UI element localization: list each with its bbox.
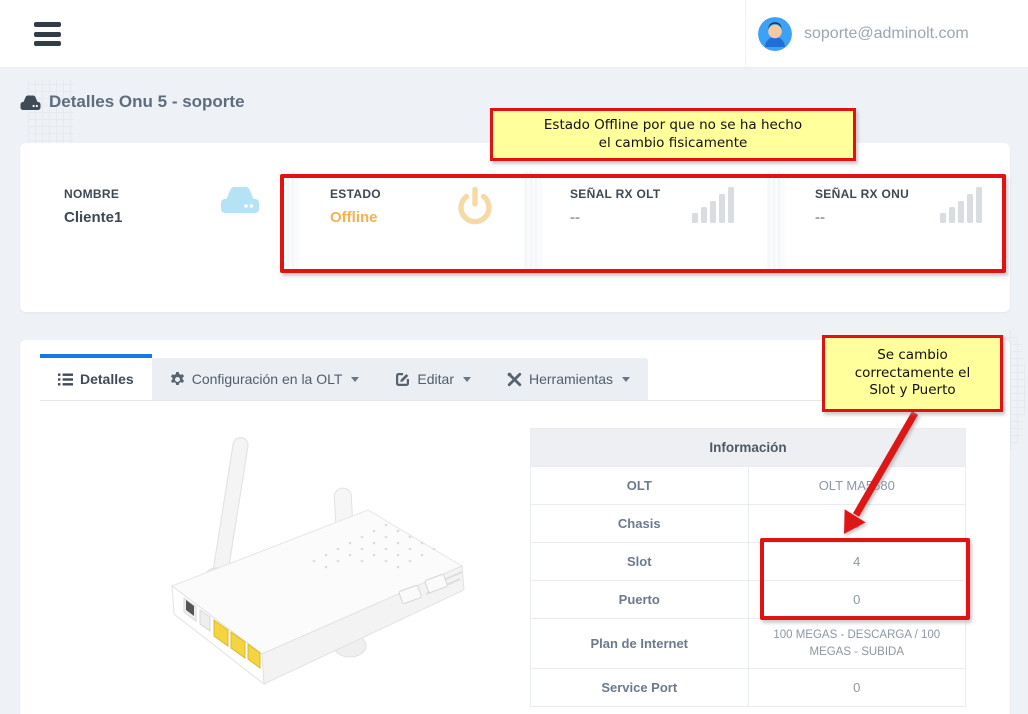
- tab-configuracion-olt[interactable]: Configuración en la OLT: [152, 358, 378, 400]
- name-value: Cliente1: [64, 209, 122, 226]
- tools-icon: [507, 372, 522, 387]
- row-label: OLT: [531, 467, 749, 505]
- annotation-rect-status: [280, 174, 1006, 273]
- user-avatar-icon: [758, 17, 792, 51]
- navbar-divider: [745, 0, 746, 67]
- list-icon: [58, 373, 73, 386]
- page-title: Detalles Onu 5 - soporte: [49, 92, 245, 112]
- app-root: soporte@adminolt.com Detalles Onu 5 - so…: [0, 0, 1028, 714]
- user-email: soporte@adminolt.com: [804, 25, 969, 43]
- menu-toggle-button[interactable]: [34, 22, 61, 46]
- gear-icon: [170, 372, 185, 387]
- chevron-down-icon: [622, 377, 630, 382]
- onu-product-image: [100, 418, 500, 714]
- chevron-down-icon: [351, 377, 359, 382]
- row-label: Puerto: [531, 581, 749, 619]
- status-name-section: NOMBRE Cliente1: [64, 143, 122, 226]
- edit-icon: [395, 372, 410, 387]
- annotation-arrow: [820, 405, 940, 550]
- chevron-down-icon: [463, 377, 471, 382]
- annotation-rect-slot-puerto: [760, 538, 970, 620]
- annotation-note-slot: Se cambio correctamente el Slot y Puerto: [822, 335, 1003, 412]
- row-value: 100 MEGAS - DESCARGA / 100 MEGAS - SUBID…: [748, 619, 966, 669]
- tab-label: Editar: [417, 371, 454, 387]
- top-navbar: soporte@adminolt.com: [0, 0, 1028, 68]
- table-row: Plan de Internet 100 MEGAS - DESCARGA / …: [531, 619, 966, 669]
- row-value: 0: [748, 669, 966, 707]
- name-label: NOMBRE: [64, 187, 122, 201]
- row-label: Slot: [531, 543, 749, 581]
- row-label: Plan de Internet: [531, 619, 749, 669]
- row-label: Service Port: [531, 669, 749, 707]
- tab-herramientas[interactable]: Herramientas: [489, 358, 648, 400]
- tab-label: Herramientas: [529, 371, 613, 387]
- table-row: Service Port 0: [531, 669, 966, 707]
- tab-detalles[interactable]: Detalles: [40, 354, 152, 400]
- breadcrumb: Detalles Onu 5 - soporte: [20, 92, 245, 112]
- hamburger-icon: [34, 22, 61, 27]
- onu-device-icon: [20, 94, 41, 111]
- onu-icon: [220, 185, 260, 215]
- tab-label: Configuración en la OLT: [192, 371, 343, 387]
- user-menu[interactable]: soporte@adminolt.com: [758, 0, 969, 67]
- tab-editar[interactable]: Editar: [377, 358, 489, 400]
- tab-label: Detalles: [80, 371, 134, 387]
- row-label: Chasis: [531, 505, 749, 543]
- annotation-note-offline: Estado Offline por que no se ha hecho el…: [490, 108, 856, 161]
